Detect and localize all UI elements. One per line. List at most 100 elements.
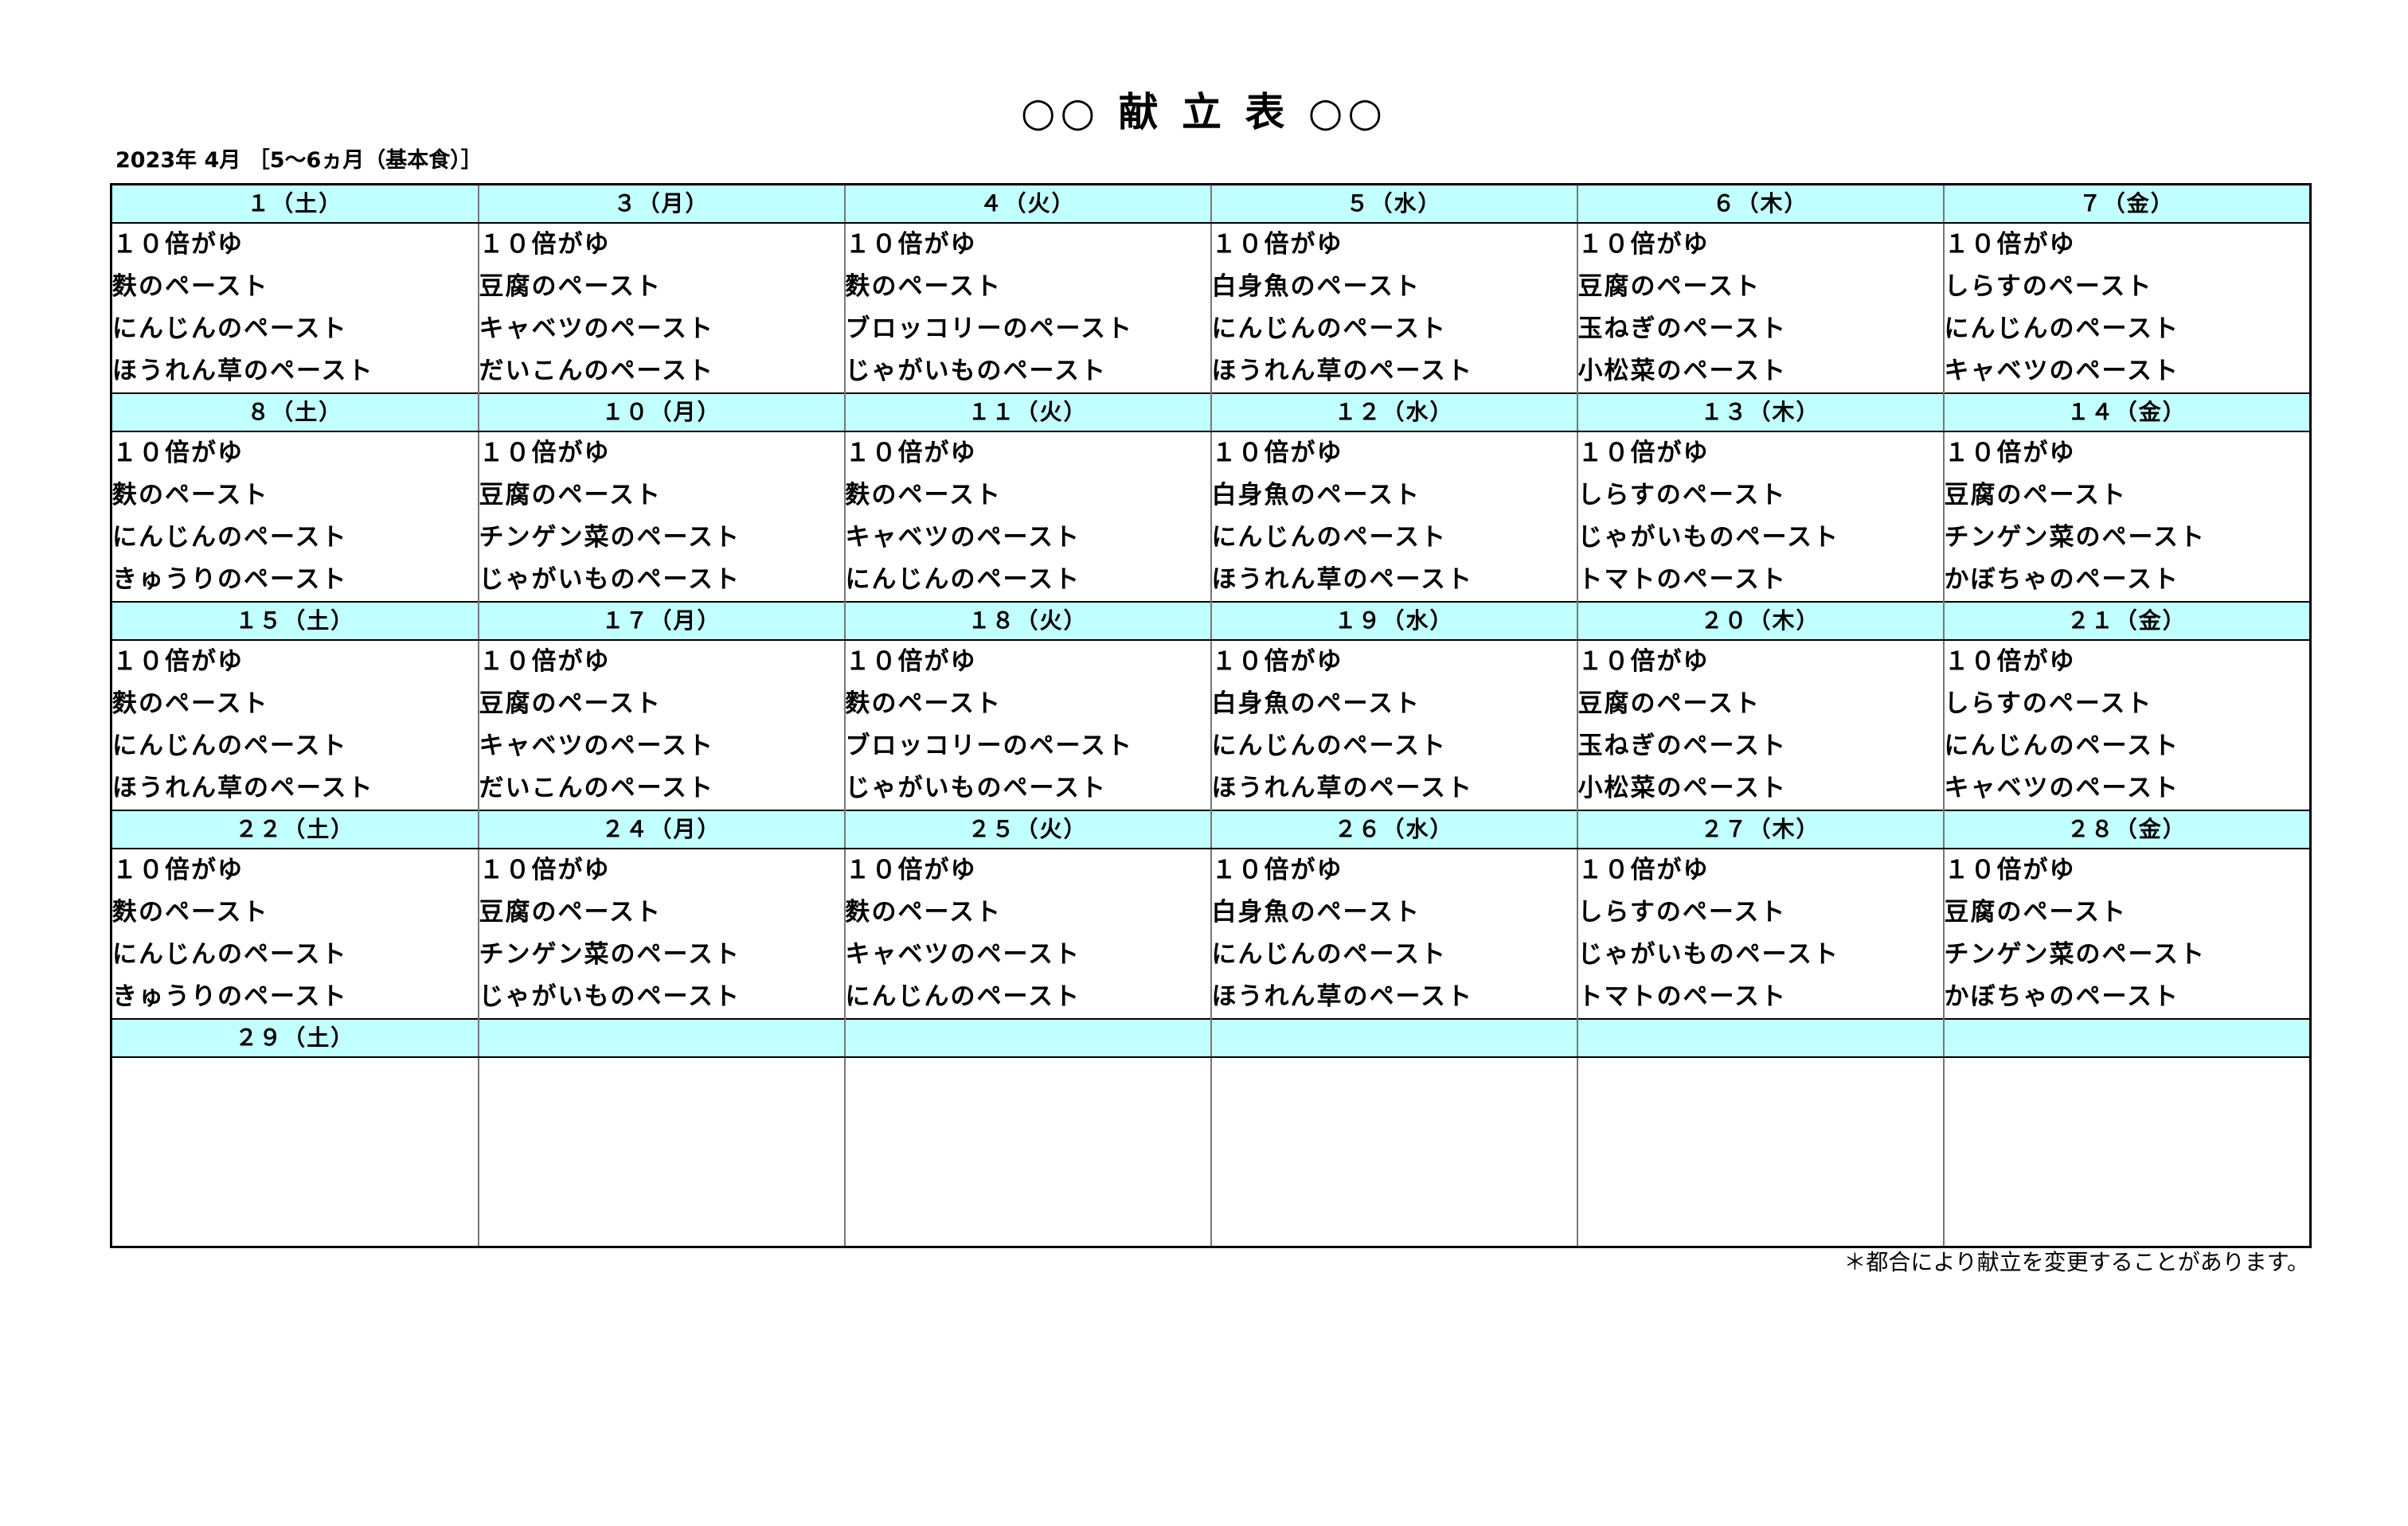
menu-item: １０倍がゆ	[112, 439, 244, 467]
menu-item: １０倍がゆ	[479, 647, 611, 676]
menu-item: 白身魚のペースト	[1211, 272, 1421, 301]
menu-item: にんじんのペースト	[845, 565, 1081, 594]
date-header-cell	[1942, 1018, 2312, 1058]
menu-item: にんじんのペースト	[1944, 732, 2179, 760]
menu-item: 豆腐のペースト	[1577, 272, 1761, 301]
menu-item: １０倍がゆ	[1577, 856, 1710, 884]
menu-item: じゃがいものペースト	[1577, 523, 1839, 552]
menu-item: １０倍がゆ	[1577, 647, 1710, 676]
menu-row	[110, 1057, 2312, 1247]
date-header-row: １（土） ３（月） ４（火） ５（水） ６（木） ７（金）	[110, 183, 2312, 224]
date-header-cell: １３（木）	[1576, 392, 1945, 432]
menu-item: 玉ねぎのペースト	[1577, 732, 1787, 760]
menu-item: ほうれん草のペースト	[1211, 982, 1473, 1011]
menu-item: １０倍がゆ	[1944, 856, 2076, 884]
menu-item: １０倍がゆ	[112, 647, 244, 676]
menu-item: きゅうりのペースト	[112, 982, 348, 1011]
menu-item: ほうれん草のペースト	[1211, 774, 1473, 802]
menu-item: にんじんのペースト	[1211, 732, 1447, 760]
menu-item: 小松菜のペースト	[1577, 774, 1787, 802]
menu-item: キャベツのペースト	[479, 732, 714, 760]
menu-cell: １０倍がゆ 白身魚のペースト にんじんのペースト ほうれん草のペースト	[1210, 849, 1578, 1019]
menu-cell: １０倍がゆ豆腐のペーストキャベツのペースト だいこんのペースト	[477, 640, 846, 810]
menu-cell	[110, 1057, 479, 1247]
menu-row: １０倍がゆ 麩のペースト にんじんのペースト ほうれん草のペースト １０倍がゆ 豆腐のペー…	[110, 223, 2312, 393]
menu-cell: １０倍がゆ 麩のペースト にんじんのペースト きゅうりのペースト	[110, 431, 479, 602]
month-subtitle: 2023年 4月 ［5～6ヵ月（基本食）］	[115, 148, 483, 173]
menu-item: 麩のペースト	[112, 898, 269, 927]
menu-item: じゃがいものペースト	[479, 565, 741, 594]
date-header-cell: １０（月）	[477, 392, 846, 432]
menu-item: １０倍がゆ	[1944, 647, 2076, 676]
menu-cell: １０倍がゆ しらすのペースト じゃがいものペースト トマトのペースト	[1576, 849, 1945, 1019]
menu-item: １０倍がゆ	[845, 230, 977, 259]
date-header-row: ２９（土）	[110, 1018, 2312, 1058]
menu-item: １０倍がゆ	[479, 856, 611, 884]
date-header-cell: １１（火）	[843, 392, 1212, 432]
menu-item: にんじんのペースト	[112, 732, 348, 760]
menu-cell: １０倍がゆ 麩のペースト にんじんのペースト ほうれん草のペースト	[110, 640, 479, 810]
menu-item: 豆腐のペースト	[1577, 689, 1761, 718]
menu-cell: １０倍がゆ 麩のペースト キャベツのペースト にんじんのペースト	[843, 849, 1212, 1019]
date-header-row: ２２（土） ２４（月） ２５（火） ２６（水） ２７（木） ２８（金）	[110, 810, 2312, 849]
date-header-cell: ４（火）	[843, 183, 1212, 224]
menu-item: にんじんのペースト	[845, 982, 1081, 1011]
menu-item: 豆腐のペースト	[479, 898, 662, 927]
date-header-cell: ８（土）	[110, 392, 479, 432]
menu-item: じゃがいものペースト	[845, 774, 1107, 802]
menu-cell: １０倍がゆ 豆腐のペースト 玉ねぎのペースト 小松菜のペースト	[1576, 223, 1945, 393]
menu-item: １０倍がゆ	[112, 230, 244, 259]
date-header-cell: ２２（土）	[110, 810, 479, 849]
menu-item: 豆腐のペースト	[479, 689, 662, 718]
menu-cell: １０倍がゆ豆腐のペーストチンゲン菜のペースト かぼちゃのペースト	[1942, 849, 2312, 1019]
menu-cell: １０倍がゆ 豆腐のペースト チンゲン菜のペースト じゃがいものペースト	[477, 849, 846, 1019]
menu-table: １（土） ３（月） ４（火） ５（水） ６（木） ７（金） １０倍がゆ 麩のペースト にんじんの…	[110, 183, 2312, 1248]
menu-item: 白身魚のペースト	[1211, 689, 1421, 718]
menu-item: １０倍がゆ	[1211, 439, 1343, 467]
menu-cell: １０倍がゆ 白身魚のペースト にんじんのペースト ほうれん草のペースト	[1210, 431, 1578, 602]
date-header-row: １５（土） １７（月） １８（火） １９（水） ２０（木） ２１（金）	[110, 601, 2312, 641]
menu-cell: １０倍がゆ 豆腐のペースト チンゲン菜のペースト じゃがいものペースト	[477, 431, 846, 602]
menu-item: 玉ねぎのペースト	[1577, 314, 1787, 343]
date-header-cell: １９（水）	[1210, 601, 1578, 641]
menu-table-body: １（土） ３（月） ４（火） ５（水） ６（木） ７（金） １０倍がゆ 麩のペースト にんじんの…	[110, 183, 2312, 1247]
date-header-cell: ５（水）	[1210, 183, 1578, 224]
menu-cell	[1576, 1057, 1945, 1247]
menu-item: だいこんのペースト	[479, 774, 714, 802]
menu-item: １０倍がゆ	[1944, 439, 2076, 467]
menu-item: にんじんのペースト	[1211, 314, 1447, 343]
menu-item: 豆腐のペースト	[1944, 898, 2127, 927]
menu-item: １０倍がゆ	[479, 230, 611, 259]
date-header-cell: ２５（火）	[843, 810, 1212, 849]
footnote: ＊都合により献立を変更することがあります。	[1843, 1249, 2309, 1275]
menu-item: チンゲン菜のペースト	[1944, 523, 2206, 552]
menu-cell: １０倍がゆ豆腐のペースト 玉ねぎのペースト 小松菜のペースト	[1576, 640, 1945, 810]
menu-item: にんじんのペースト	[112, 940, 348, 969]
page-title: ○○ 献 立 表 ○○	[1020, 89, 1388, 135]
menu-item: ブロッコリーのペースト	[845, 732, 1133, 760]
menu-cell	[1210, 1057, 1578, 1247]
date-header-cell: ２８（金）	[1942, 810, 2312, 849]
menu-cell: １０倍がゆ 白身魚のペースト にんじんのペースト ほうれん草のペースト	[1210, 640, 1578, 810]
menu-cell: １０倍がゆ 豆腐のペースト キャベツのペースト だいこんのペースト	[477, 223, 846, 393]
menu-cell: １０倍がゆ 麩のペースト ブロッコリーのペースト じゃがいものペースト	[843, 640, 1212, 810]
date-header-cell: ２４（月）	[477, 810, 846, 849]
menu-item: 小松菜のペースト	[1577, 357, 1787, 385]
menu-item: かぼちゃのペースト	[1944, 982, 2179, 1011]
menu-item: 麩のペースト	[845, 481, 1002, 509]
menu-item: じゃがいものペースト	[1577, 940, 1839, 969]
menu-item: １０倍がゆ	[479, 439, 611, 467]
menu-item: １０倍がゆ	[1944, 230, 2076, 259]
date-header-cell: ２１（金）	[1942, 601, 2312, 641]
menu-cell: １０倍がゆ しらすのペースト にんじんのペースト キャベツのペースト	[1942, 223, 2312, 393]
menu-item: ほうれん草のペースト	[112, 774, 374, 802]
menu-item: じゃがいものペースト	[479, 982, 741, 1011]
menu-item: キャベツのペースト	[479, 314, 714, 343]
menu-item: 白身魚のペースト	[1211, 481, 1421, 509]
menu-cell: １０倍がゆ 白身魚のペースト にんじんのペースト ほうれん草のペースト	[1210, 223, 1578, 393]
menu-item: ほうれん草のペースト	[1211, 357, 1473, 385]
menu-item: チンゲン菜のペースト	[1944, 940, 2206, 969]
menu-row: １０倍がゆ 麩のペースト にんじんのペースト ほうれん草のペースト １０倍がゆ 豆腐のペー…	[110, 640, 2312, 810]
date-header-cell: １８（火）	[843, 601, 1212, 641]
menu-row: １０倍がゆ 麩のペースト にんじんのペースト きゅうりのペースト １０倍がゆ 豆腐のペース…	[110, 849, 2312, 1019]
